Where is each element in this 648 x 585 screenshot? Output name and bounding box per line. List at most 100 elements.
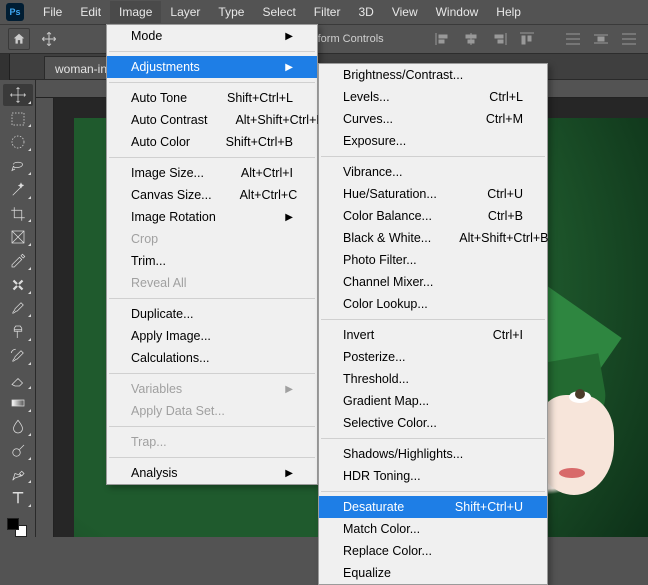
tool-eraser[interactable]: [3, 369, 33, 391]
menu-item-label: Brightness/Contrast...: [343, 68, 523, 82]
menu-item-label: Color Lookup...: [343, 297, 523, 311]
menu-item-label: Duplicate...: [131, 307, 293, 321]
tool-brush[interactable]: [3, 298, 33, 320]
image-menu-trim[interactable]: Trim...: [107, 250, 317, 272]
menu-item-label: Analysis: [131, 466, 285, 480]
align-left-icon: [435, 32, 451, 46]
menu-item-label: Desaturate: [343, 500, 427, 514]
tool-marquee[interactable]: [3, 108, 33, 130]
tool-healing[interactable]: [3, 274, 33, 296]
adjust-menu-hdr-toning[interactable]: HDR Toning...: [319, 465, 547, 487]
distribute-bottom-button[interactable]: [618, 29, 640, 49]
distribute-vcenter-button[interactable]: [590, 29, 612, 49]
adjust-menu-hue-saturation[interactable]: Hue/Saturation...Ctrl+U: [319, 183, 547, 205]
tool-frame[interactable]: [3, 226, 33, 248]
eraser-icon: [9, 371, 27, 389]
adjust-menu-curves[interactable]: Curves...Ctrl+M: [319, 108, 547, 130]
tool-lasso[interactable]: [3, 155, 33, 177]
menu-3d[interactable]: 3D: [349, 1, 382, 23]
menu-item-label: Apply Data Set...: [131, 404, 293, 418]
adjust-menu-gradient-map[interactable]: Gradient Map...: [319, 390, 547, 412]
submenu-arrow-icon: ▶: [285, 212, 293, 223]
menu-item-shortcut: Shift+Ctrl+L: [227, 91, 293, 105]
menu-select[interactable]: Select: [253, 1, 304, 23]
image-menu-analysis[interactable]: Analysis▶: [107, 462, 317, 484]
tool-history-brush[interactable]: [3, 345, 33, 367]
menu-item-label: Mode: [131, 29, 285, 43]
tool-dodge[interactable]: [3, 440, 33, 462]
menu-edit[interactable]: Edit: [71, 1, 110, 23]
menu-type[interactable]: Type: [209, 1, 253, 23]
image-menu-calculations[interactable]: Calculations...: [107, 347, 317, 369]
image-menu-auto-contrast[interactable]: Auto ContrastAlt+Shift+Ctrl+L: [107, 109, 317, 131]
tool-pen[interactable]: [3, 464, 33, 486]
menu-help[interactable]: Help: [487, 1, 530, 23]
adjust-menu-black-white[interactable]: Black & White...Alt+Shift+Ctrl+B: [319, 227, 547, 249]
move-tool-indicator[interactable]: [38, 28, 60, 50]
foreground-swatch[interactable]: [7, 518, 19, 530]
menu-image[interactable]: Image: [110, 1, 161, 23]
distribute-top-button[interactable]: [562, 29, 584, 49]
align-hcenter-button[interactable]: [460, 29, 482, 49]
adjust-menu-brightness-contrast[interactable]: Brightness/Contrast...: [319, 64, 547, 86]
tool-move[interactable]: [3, 84, 33, 106]
adjust-menu-equalize[interactable]: Equalize: [319, 562, 547, 584]
image-menu-auto-color[interactable]: Auto ColorShift+Ctrl+B: [107, 131, 317, 153]
image-menu-mode[interactable]: Mode▶: [107, 25, 317, 47]
tool-magic-wand[interactable]: [3, 179, 33, 201]
adjust-menu-selective-color[interactable]: Selective Color...: [319, 412, 547, 434]
adjust-menu-exposure[interactable]: Exposure...: [319, 130, 547, 152]
color-swatches[interactable]: [3, 515, 33, 537]
tool-crop[interactable]: [3, 203, 33, 225]
image-menu-adjustments[interactable]: Adjustments▶: [107, 56, 317, 78]
align-right-button[interactable]: [488, 29, 510, 49]
align-top-button[interactable]: [516, 29, 538, 49]
image-menu-duplicate[interactable]: Duplicate...: [107, 303, 317, 325]
adjust-menu-separator: [321, 491, 545, 492]
tool-blur[interactable]: [3, 416, 33, 438]
adjust-menu-channel-mixer[interactable]: Channel Mixer...: [319, 271, 547, 293]
tool-clone[interactable]: [3, 321, 33, 343]
adjust-menu-photo-filter[interactable]: Photo Filter...: [319, 249, 547, 271]
image-menu-canvas-size[interactable]: Canvas Size...Alt+Ctrl+C: [107, 184, 317, 206]
history-brush-icon: [9, 347, 27, 365]
menu-item-label: Levels...: [343, 90, 461, 104]
tool-gradient[interactable]: [3, 393, 33, 415]
menu-view[interactable]: View: [383, 1, 427, 23]
adjust-menu-color-lookup[interactable]: Color Lookup...: [319, 293, 547, 315]
pen-icon: [9, 466, 27, 484]
menu-item-label: Posterize...: [343, 350, 523, 364]
menu-item-label: Apply Image...: [131, 329, 293, 343]
menu-filter[interactable]: Filter: [305, 1, 350, 23]
home-button[interactable]: [8, 28, 30, 50]
image-menu-image-rotation[interactable]: Image Rotation▶: [107, 206, 317, 228]
image-menu-auto-tone[interactable]: Auto ToneShift+Ctrl+L: [107, 87, 317, 109]
menu-item-shortcut: Alt+Shift+Ctrl+B: [459, 231, 548, 245]
menu-layer[interactable]: Layer: [161, 1, 209, 23]
menu-item-shortcut: Ctrl+M: [486, 112, 523, 126]
adjust-menu-threshold[interactable]: Threshold...: [319, 368, 547, 390]
tool-type[interactable]: [3, 487, 33, 509]
image-menu-apply-image[interactable]: Apply Image...: [107, 325, 317, 347]
adjust-menu-shadows-highlights[interactable]: Shadows/Highlights...: [319, 443, 547, 465]
vertical-ruler[interactable]: [36, 98, 54, 537]
align-left-button[interactable]: [432, 29, 454, 49]
tool-ellipse-marquee[interactable]: [3, 131, 33, 153]
tool-eyedropper[interactable]: [3, 250, 33, 272]
menu-window[interactable]: Window: [427, 1, 488, 23]
image-menu-separator: [109, 298, 315, 299]
adjust-menu-vibrance[interactable]: Vibrance...: [319, 161, 547, 183]
image-menu-image-size[interactable]: Image Size...Alt+Ctrl+I: [107, 162, 317, 184]
adjust-menu-replace-color[interactable]: Replace Color...: [319, 540, 547, 562]
adjust-menu-color-balance[interactable]: Color Balance...Ctrl+B: [319, 205, 547, 227]
adjust-menu-desaturate[interactable]: DesaturateShift+Ctrl+U: [319, 496, 547, 518]
menu-item-label: Trim...: [131, 254, 293, 268]
adjust-menu-levels[interactable]: Levels...Ctrl+L: [319, 86, 547, 108]
options-bar: nsform Controls: [0, 24, 648, 54]
distribute-top-icon: [565, 32, 581, 46]
menu-item-label: Hue/Saturation...: [343, 187, 459, 201]
adjust-menu-posterize[interactable]: Posterize...: [319, 346, 547, 368]
brush-icon: [9, 299, 27, 317]
adjust-menu-invert[interactable]: InvertCtrl+I: [319, 324, 547, 346]
menu-file[interactable]: File: [34, 1, 71, 23]
